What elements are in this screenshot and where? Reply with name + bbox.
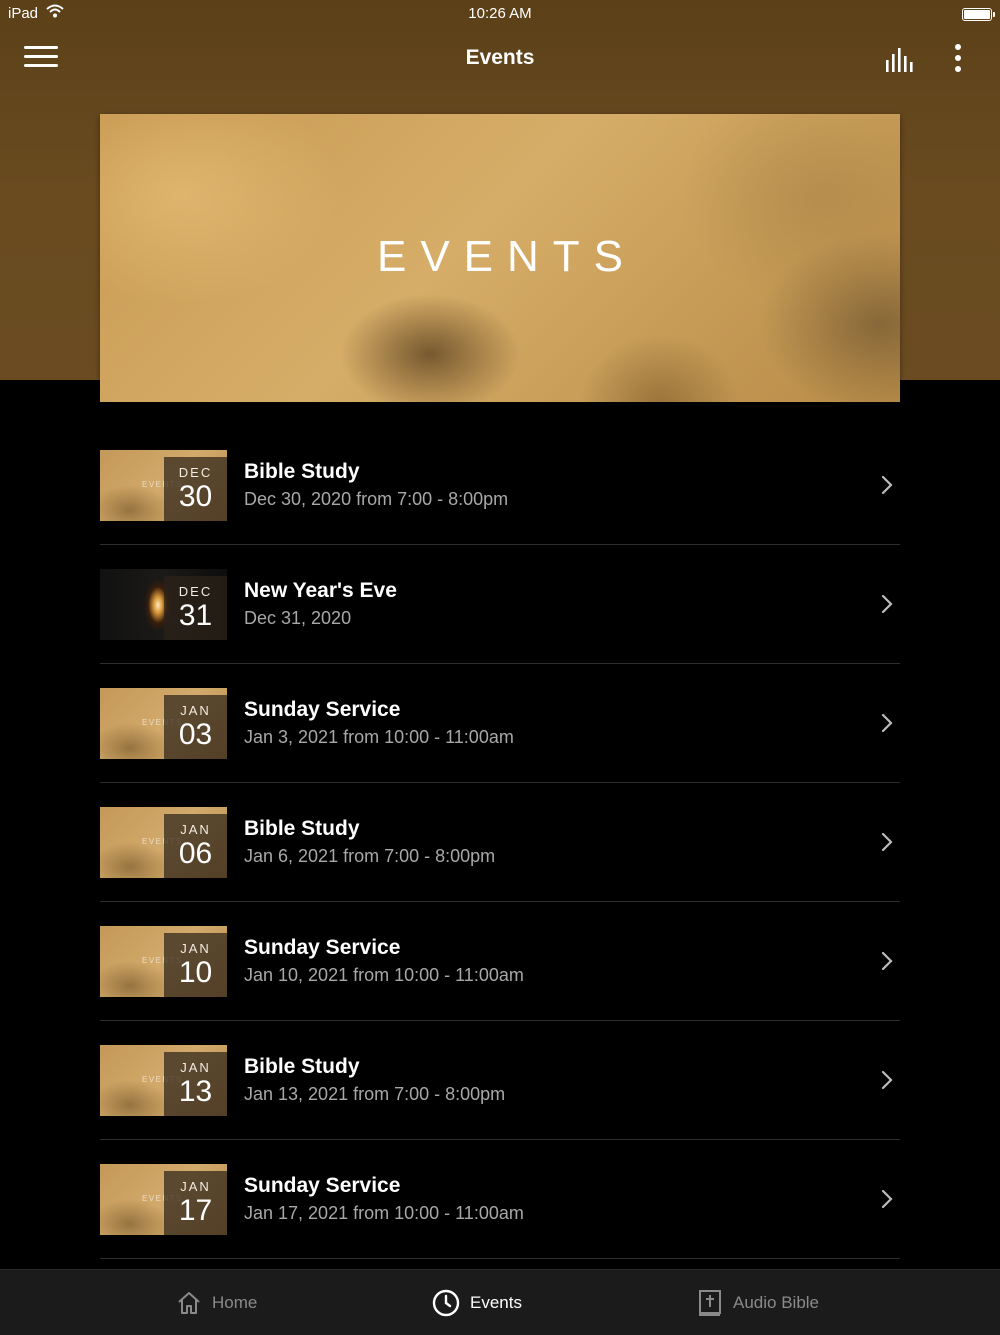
chevron-right-icon [881,594,893,614]
tab-home[interactable]: Home [176,1270,257,1335]
event-thumbnail: EVENTS JAN 13 [100,1045,227,1116]
event-row[interactable]: EVENTS DEC 30 Bible Study Dec 30, 2020 from … [100,426,900,545]
date-day: 31 [178,599,213,632]
tab-events-label: Events [470,1292,522,1312]
navigation-bar: Events [0,30,1000,90]
event-row[interactable]: EVENTS JAN 17 Sunday Service Jan 17, 2021 fr… [100,1140,900,1259]
chevron-right-icon [881,1070,893,1090]
date-month: JAN [180,1060,211,1075]
date-badge: DEC 30 [164,457,227,521]
event-row[interactable]: EVENTS JAN 13 Bible Study Jan 13, 2021 from … [100,1021,900,1140]
date-day: 10 [178,956,213,989]
events-list: EVENTS DEC 30 Bible Study Dec 30, 2020 from … [100,426,900,1259]
home-icon [178,1291,200,1314]
bible-icon [699,1289,721,1316]
date-day: 03 [178,718,213,751]
date-badge: JAN 06 [164,814,227,878]
event-title: Sunday Service [244,698,401,721]
event-thumbnail: EVENTS JAN 17 [100,1164,227,1235]
hero-title: EVENTS [376,232,638,281]
date-month: JAN [180,822,211,837]
event-datetime: Jan 17, 2021 from 10:00 - 11:00am [244,1203,524,1223]
event-row[interactable]: EVENTS JAN 10 Sunday Service Jan 10, 2021 fr… [100,902,900,1021]
events-hero-banner: EVENTS [100,114,900,402]
chevron-right-icon [881,713,893,733]
date-month: JAN [180,703,211,718]
event-thumbnail: EVENTS DEC 30 [100,450,227,521]
tab-bar: Home Events Audio Bible [0,1269,1000,1335]
event-thumbnail: EVENTS JAN 06 [100,807,227,878]
event-datetime: Jan 3, 2021 from 10:00 - 11:00am [244,727,514,747]
tab-audio-bible[interactable]: Audio Bible [697,1270,819,1335]
event-row[interactable]: EVENTS JAN 03 Sunday Service Jan 3, 2021 fro… [100,664,900,783]
date-badge: DEC 31 [164,576,227,640]
date-day: 13 [178,1075,213,1108]
chevron-right-icon [881,832,893,852]
event-row[interactable]: DEC 31 New Year's Eve Dec 31, 2020 [100,545,900,664]
status-time: 10:26 AM [468,5,532,22]
event-title: Sunday Service [244,1174,401,1197]
date-month: DEC [178,584,213,599]
date-day: 17 [178,1194,213,1227]
event-datetime: Jan 6, 2021 from 7:00 - 8:00pm [244,846,496,866]
event-datetime: Jan 13, 2021 from 7:00 - 8:00pm [244,1084,506,1104]
chevron-right-icon [881,951,893,971]
event-title: Bible Study [244,817,360,840]
tab-home-label: Home [212,1292,258,1312]
date-day: 30 [178,480,213,513]
audio-bars-icon[interactable] [884,48,918,72]
date-badge: JAN 13 [164,1052,227,1116]
event-thumbnail: EVENTS JAN 10 [100,926,227,997]
event-row[interactable]: EVENTS JAN 06 Bible Study Jan 6, 2021 from 7… [100,783,900,902]
event-title: Bible Study [244,460,360,483]
clock-icon [432,1289,460,1316]
date-day: 06 [178,837,213,870]
tab-audio-bible-label: Audio Bible [733,1292,820,1312]
event-datetime: Dec 31, 2020 [244,608,352,628]
date-badge: JAN 10 [164,933,227,997]
tab-events[interactable]: Events [432,1270,522,1335]
date-month: DEC [178,465,213,480]
date-month: JAN [180,1179,211,1194]
event-datetime: Jan 10, 2021 from 10:00 - 11:00am [244,965,524,985]
event-datetime: Dec 30, 2020 from 7:00 - 8:00pm [244,489,509,509]
chevron-right-icon [881,475,893,495]
battery-icon [962,8,995,21]
page-title: Events [465,46,535,69]
event-thumbnail: DEC 31 [100,569,227,640]
status-bar: iPad 10:26 AM [0,0,1000,28]
date-badge: JAN 03 [164,695,227,759]
more-options-icon[interactable] [948,44,968,76]
event-title: Bible Study [244,1055,360,1078]
event-title: Sunday Service [244,936,401,959]
event-title: New Year's Eve [244,579,397,602]
event-thumbnail: EVENTS JAN 03 [100,688,227,759]
date-badge: JAN 17 [164,1171,227,1235]
chevron-right-icon [881,1189,893,1209]
date-month: JAN [180,941,211,956]
